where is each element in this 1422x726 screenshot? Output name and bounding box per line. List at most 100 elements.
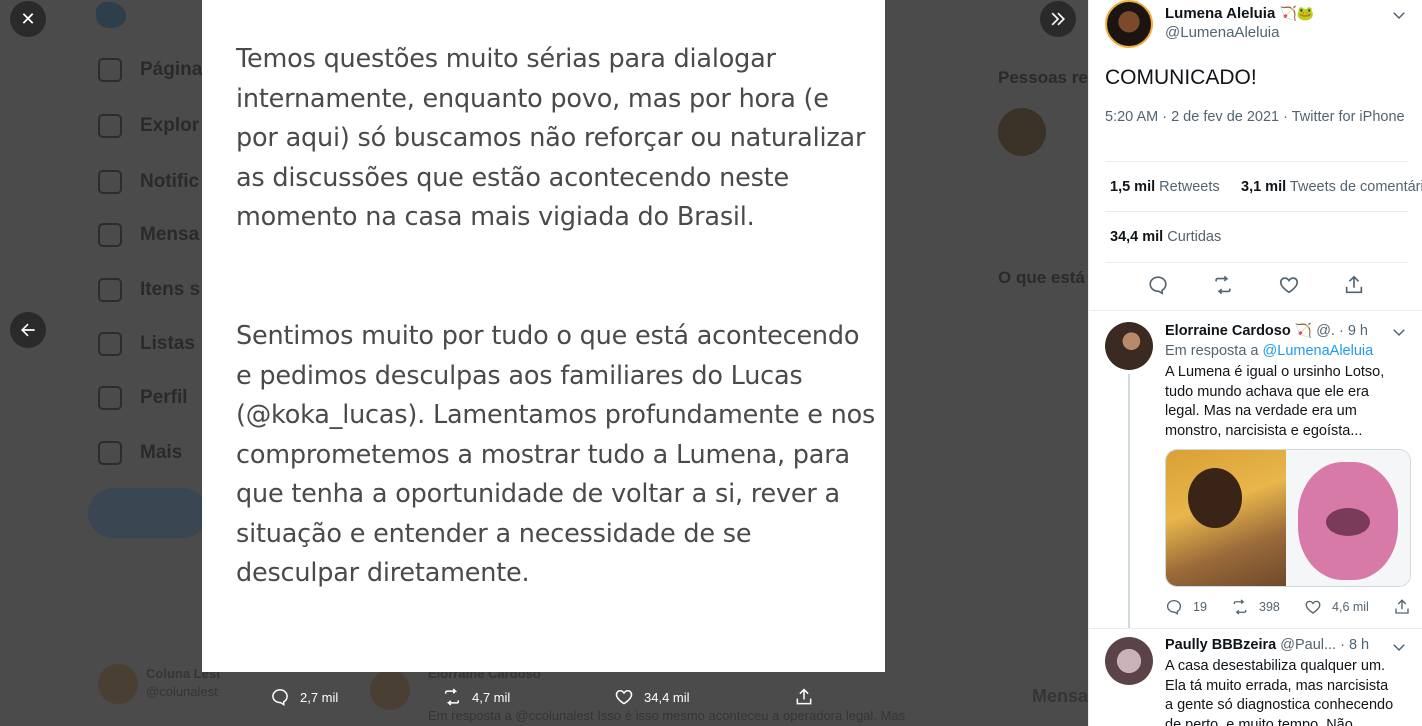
media-reply-button[interactable]: 2,7 mil — [270, 687, 442, 707]
media-retweet-count: 4,7 mil — [472, 689, 511, 705]
bg-messages-label: Mensa — [1032, 686, 1088, 706]
bg-nav-label: Página — [140, 59, 203, 80]
author-name[interactable]: Lumena Aleluia 🏹🐸 — [1165, 5, 1314, 22]
retweet-icon — [1233, 599, 1247, 615]
avatar[interactable] — [1105, 322, 1153, 370]
tweet-actions — [1089, 274, 1422, 301]
reply-like-button[interactable]: 4,6 mil — [1304, 598, 1369, 616]
thread-line — [1128, 374, 1130, 628]
reply-author-name: Paully BBBzeira — [1165, 637, 1277, 653]
retweet-button[interactable] — [1212, 274, 1234, 301]
reply-media-image[interactable] — [1165, 449, 1411, 587]
previous-button[interactable] — [10, 312, 46, 348]
more-options-icon[interactable] — [1390, 323, 1408, 341]
home-icon — [98, 58, 122, 82]
media-paragraph-1: Temos questões muito sérias para dialoga… — [236, 44, 866, 232]
divider — [1089, 628, 1422, 629]
author-name-text: Lumena Aleluia — [1165, 5, 1276, 22]
bg-nav-label: Notific — [140, 171, 200, 192]
reply-context: Em resposta a @LumenaAleluia — [1165, 343, 1373, 359]
twitter-logo-icon — [96, 2, 126, 28]
photo-woman — [1166, 450, 1286, 586]
reply-text: A Lumena é igual o ursinho Lotso, tudo m… — [1165, 364, 1385, 439]
reply-icon — [1149, 276, 1167, 295]
reply-handle: @Paul... · 8 h — [1280, 637, 1370, 653]
bg-tweet-button — [88, 488, 208, 538]
tweet-text: COMUNICADO! — [1105, 66, 1257, 89]
divider — [1089, 310, 1422, 311]
bookmark-icon — [98, 278, 122, 302]
reply-context-prefix: Em resposta a — [1165, 343, 1259, 359]
media-retweet-button[interactable]: 4,7 mil — [442, 687, 614, 707]
reply-icon — [272, 689, 288, 706]
likes-stat[interactable]: 34,4 mil Curtidas — [1110, 229, 1221, 245]
reply-author[interactable]: Paully BBBzeira @Paul... · 8 h — [1165, 637, 1369, 653]
more-options-icon[interactable] — [1390, 638, 1408, 656]
reply-share-button[interactable] — [1393, 598, 1411, 616]
retweets-stat[interactable]: 1,5 mil Retweets — [1110, 179, 1220, 195]
divider — [1105, 262, 1408, 263]
share-button[interactable] — [1343, 274, 1365, 301]
reply-retweet-count: 398 — [1259, 600, 1280, 614]
bg-nav-home: Página — [98, 58, 202, 82]
share-icon — [1346, 275, 1363, 294]
bg-nav-label: Itens s — [140, 279, 201, 300]
reply-retweet-button[interactable]: 398 — [1231, 598, 1280, 616]
bg-nav-notifications: Notific — [98, 170, 199, 194]
chevron-double-right-icon — [1051, 12, 1066, 26]
divider — [1105, 211, 1408, 212]
avatar[interactable] — [1105, 637, 1153, 685]
toggle-sidebar-button[interactable] — [1040, 1, 1076, 37]
bg-nav-label: Listas — [140, 333, 195, 354]
author-handle[interactable]: @LumenaAleluia — [1165, 24, 1279, 41]
bg-trends-title: O que está — [998, 268, 1085, 287]
quote-count: 3,1 mil — [1241, 179, 1287, 195]
bell-icon — [98, 170, 122, 194]
bg-nav-label: Perfil — [140, 387, 188, 408]
media-like-button[interactable]: 34,4 mil — [614, 687, 794, 707]
reply-icon — [1166, 599, 1182, 615]
bg-nav-label: Mais — [140, 442, 183, 463]
bg-avatar — [998, 108, 1046, 156]
more-options-icon[interactable] — [1390, 6, 1408, 24]
bg-bottom-avatar — [98, 664, 138, 704]
bg-nav-bookmarks: Itens s — [98, 278, 200, 302]
close-button[interactable]: ✕ — [10, 1, 46, 37]
arrow-left-icon — [21, 323, 35, 337]
more-icon — [98, 441, 122, 465]
bg-nav-label: Mensa — [140, 224, 200, 245]
mail-icon — [98, 223, 122, 247]
reply-to-link[interactable]: @LumenaAleluia — [1263, 343, 1374, 359]
retweet-icon — [1215, 275, 1231, 295]
bg-nav-lists: Listas — [98, 332, 195, 356]
bg-nav-messages: Mensa — [98, 223, 199, 247]
like-button[interactable] — [1278, 274, 1300, 301]
bg-who-to-follow-title: Pessoas re — [998, 68, 1088, 87]
reply-like-count: 4,6 mil — [1332, 600, 1369, 614]
close-icon: ✕ — [20, 8, 36, 29]
reply-reply-count: 19 — [1193, 600, 1207, 614]
tweet-meta: 5:20 AM · 2 de fev de 2021 · Twitter for… — [1105, 109, 1405, 125]
photo-pink-bear — [1286, 450, 1410, 586]
reply-author[interactable]: Elorraine Cardoso 🏹 @. · 9 h — [1165, 322, 1368, 339]
likes-count: 34,4 mil — [1110, 229, 1164, 245]
reply-actions: 19 398 4,6 mil — [1165, 598, 1411, 616]
bg-nav-more: Mais — [98, 441, 182, 465]
media-share-button[interactable] — [794, 687, 814, 707]
quote-label: Tweets de comentário — [1289, 179, 1422, 195]
likes-label: Curtidas — [1167, 229, 1222, 245]
reply-button[interactable] — [1147, 274, 1169, 301]
divider — [1105, 161, 1408, 162]
media-paragraph-2: Sentimos muito por tudo o que está acont… — [236, 321, 876, 588]
reply-text: A casa desestabiliza qualquer um. Ela tá… — [1165, 658, 1394, 726]
quote-tweets-stat[interactable]: 3,1 mil Tweets de comentário — [1241, 179, 1422, 195]
media-image: Temos questões muito sérias para dialoga… — [202, 0, 885, 672]
bg-nav-profile: Perfil — [98, 386, 188, 410]
reply-reply-button[interactable]: 19 — [1165, 598, 1207, 616]
avatar[interactable] — [1105, 0, 1153, 48]
media-reply-count: 2,7 mil — [300, 689, 339, 705]
heart-icon — [615, 689, 633, 705]
reply-handle: @. · 9 h — [1316, 323, 1368, 339]
profile-icon — [98, 386, 122, 410]
list-icon — [98, 332, 122, 356]
